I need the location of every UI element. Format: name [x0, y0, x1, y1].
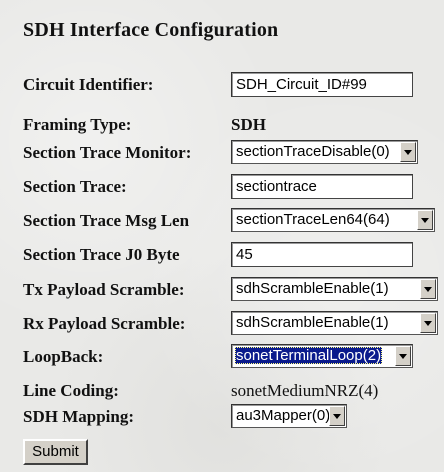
section-trace-j0-input[interactable]: 45	[231, 242, 413, 267]
tx-payload-scramble-select[interactable]: sdhScrambleEnable(1)	[231, 277, 438, 301]
circuit-identifier-input[interactable]: SDH_Circuit_ID#99	[231, 72, 413, 97]
sdh-mapping-select[interactable]: au3Mapper(0)	[231, 404, 347, 428]
rx-payload-scramble-value: sdhScrambleEnable(1)	[236, 314, 389, 331]
section-trace-msg-len-value: sectionTraceLen64(64)	[236, 211, 390, 228]
rx-payload-scramble-label: Rx Payload Scramble:	[23, 314, 186, 333]
section-trace-label: Section Trace:	[23, 177, 127, 196]
section-trace-msg-len-row: Section Trace Msg Len sectionTraceLen64(…	[23, 208, 438, 234]
submit-button[interactable]: Submit	[23, 439, 88, 465]
section-trace-row: Section Trace: sectiontrace	[23, 174, 438, 200]
tx-payload-scramble-row: Tx Payload Scramble: sdhScrambleEnable(1…	[23, 277, 438, 303]
loopback-value: sonetTerminalLoop(2)	[235, 347, 383, 364]
chevron-down-icon[interactable]	[417, 210, 433, 230]
section-trace-monitor-select[interactable]: sectionTraceDisable(0)	[231, 140, 418, 164]
tx-payload-scramble-label: Tx Payload Scramble:	[23, 280, 185, 299]
section-trace-msg-len-label: Section Trace Msg Len	[23, 211, 190, 230]
framing-type-label: Framing Type:	[23, 115, 132, 134]
loopback-select[interactable]: sonetTerminalLoop(2)	[231, 344, 413, 368]
line-coding-row: Line Coding: sonetMediumNRZ(4)	[23, 378, 438, 404]
section-trace-monitor-label: Section Trace Monitor:	[23, 143, 192, 162]
framing-type-row: Framing Type: SDH	[23, 112, 438, 138]
section-trace-j0-label: Section Trace J0 Byte	[23, 245, 180, 264]
section-trace-monitor-row: Section Trace Monitor: sectionTraceDisab…	[23, 140, 438, 166]
line-coding-label: Line Coding:	[23, 381, 119, 400]
framing-type-value: SDH	[231, 115, 266, 134]
section-trace-msg-len-select[interactable]: sectionTraceLen64(64)	[231, 208, 435, 232]
section-trace-j0-row: Section Trace J0 Byte 45	[23, 242, 438, 268]
tx-payload-scramble-value: sdhScrambleEnable(1)	[236, 280, 389, 297]
section-trace-monitor-value: sectionTraceDisable(0)	[236, 143, 390, 160]
line-coding-value: sonetMediumNRZ(4)	[231, 381, 379, 400]
sdh-mapping-label: SDH Mapping:	[23, 407, 134, 426]
chevron-down-icon[interactable]	[420, 313, 436, 333]
loopback-label: LoopBack:	[23, 347, 104, 366]
loopback-row: LoopBack: sonetTerminalLoop(2)	[23, 344, 438, 370]
sdh-mapping-value: au3Mapper(0)	[236, 407, 331, 424]
circuit-identifier-label: Circuit Identifier:	[23, 75, 154, 94]
section-trace-input[interactable]: sectiontrace	[231, 174, 413, 199]
chevron-down-icon[interactable]	[420, 279, 436, 299]
sdh-mapping-row: SDH Mapping: au3Mapper(0)	[23, 404, 438, 430]
chevron-down-icon[interactable]	[329, 406, 345, 426]
rx-payload-scramble-row: Rx Payload Scramble: sdhScrambleEnable(1…	[23, 311, 438, 337]
circuit-identifier-row: Circuit Identifier: SDH_Circuit_ID#99	[23, 72, 438, 98]
chevron-down-icon[interactable]	[400, 142, 416, 162]
page-title: SDH Interface Configuration	[23, 19, 279, 41]
chevron-down-icon[interactable]	[395, 346, 411, 366]
rx-payload-scramble-select[interactable]: sdhScrambleEnable(1)	[231, 311, 438, 335]
